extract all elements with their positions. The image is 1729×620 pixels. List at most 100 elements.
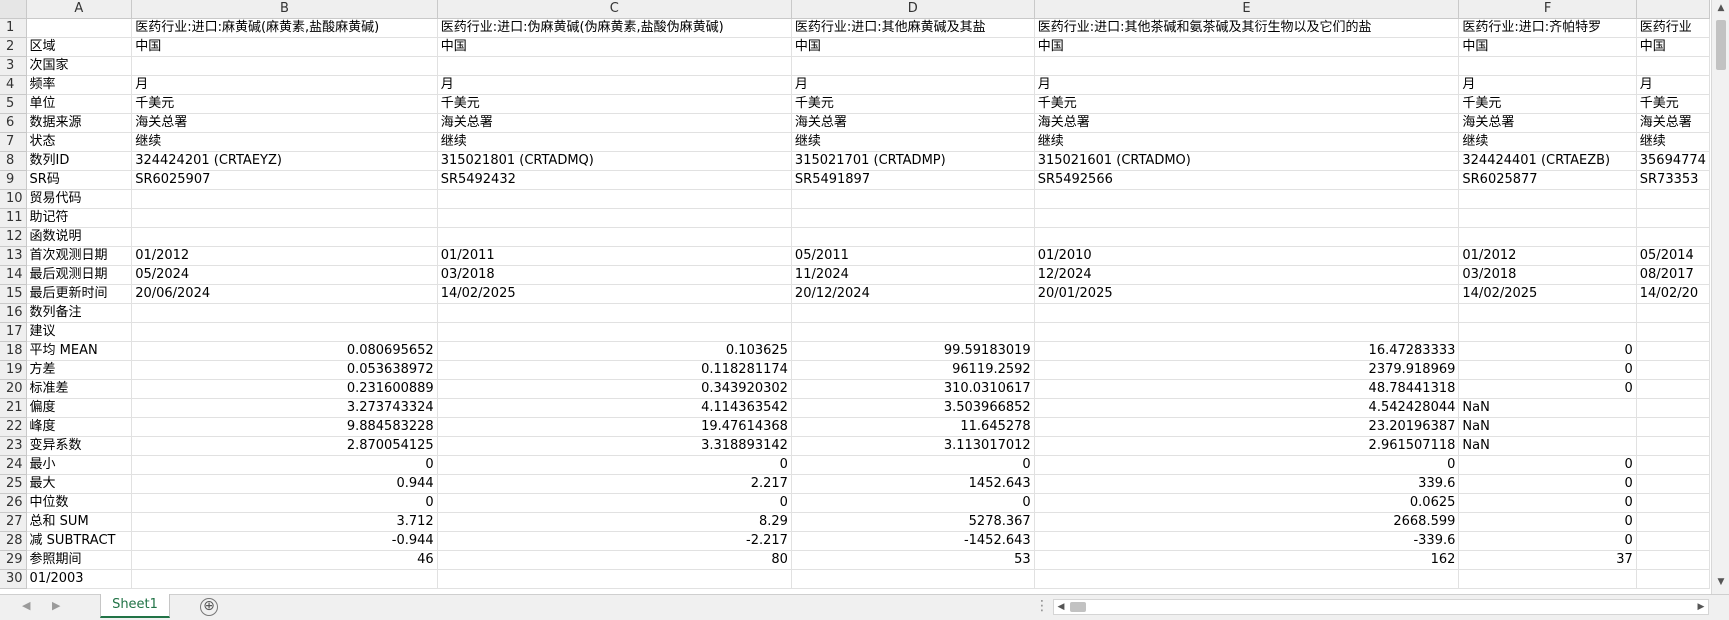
cell[interactable]: 数据来源 — [26, 113, 133, 133]
row-header[interactable]: 17 — [0, 322, 27, 342]
cell[interactable]: 3.318893142 — [437, 436, 792, 456]
cell[interactable] — [1458, 208, 1637, 228]
scroll-up-icon[interactable]: ▲ — [1712, 0, 1729, 16]
cell[interactable]: NaN — [1458, 398, 1637, 418]
cell[interactable]: 11/2024 — [791, 265, 1035, 285]
cell[interactable]: 324424401 (CRTAEZB) — [1458, 151, 1637, 171]
cell[interactable]: 14/02/2025 — [437, 284, 792, 304]
cell[interactable] — [791, 569, 1035, 589]
vertical-scroll-thumb[interactable] — [1716, 20, 1726, 70]
cell[interactable]: 月 — [1458, 75, 1637, 95]
row-header[interactable]: 13 — [0, 246, 27, 266]
column-header-b[interactable]: B — [131, 0, 438, 19]
cell[interactable] — [131, 569, 438, 589]
cell[interactable]: 3.712 — [131, 512, 438, 532]
cell[interactable]: 继续 — [1034, 132, 1460, 152]
cell[interactable]: 3.503966852 — [791, 398, 1035, 418]
cell[interactable] — [791, 56, 1035, 76]
cell[interactable] — [791, 303, 1035, 323]
cell[interactable]: 324424201 (CRTAEYZ) — [131, 151, 438, 171]
cell[interactable] — [1636, 531, 1710, 551]
row-header[interactable]: 2 — [0, 37, 27, 57]
cell[interactable] — [1034, 208, 1460, 228]
row-header[interactable]: 20 — [0, 379, 27, 399]
cell[interactable]: 最后观测日期 — [26, 265, 133, 285]
row-header[interactable]: 23 — [0, 436, 27, 456]
cell[interactable]: 3.113017012 — [791, 436, 1035, 456]
cell[interactable]: 数列备注 — [26, 303, 133, 323]
cell[interactable]: 16.47283333 — [1034, 341, 1460, 361]
row-header[interactable]: 11 — [0, 208, 27, 228]
cell[interactable]: 0 — [1458, 341, 1637, 361]
row-header[interactable]: 29 — [0, 550, 27, 570]
next-sheet-icon[interactable]: ▶ — [52, 599, 60, 612]
cell[interactable]: SR6025877 — [1458, 170, 1637, 190]
sheet-tab-sheet1[interactable]: Sheet1 — [100, 594, 170, 618]
cell[interactable]: 最大 — [26, 474, 133, 494]
cell[interactable] — [1034, 56, 1460, 76]
cell[interactable] — [437, 322, 792, 342]
cell[interactable]: 0.231600889 — [131, 379, 438, 399]
cell[interactable]: 4.542428044 — [1034, 398, 1460, 418]
cell[interactable]: 医药行业 — [1636, 18, 1710, 38]
cell[interactable] — [1636, 341, 1710, 361]
cell[interactable]: 01/2011 — [437, 246, 792, 266]
cell[interactable] — [1458, 303, 1637, 323]
row-header[interactable]: 27 — [0, 512, 27, 532]
cell[interactable]: 建议 — [26, 322, 133, 342]
row-header[interactable]: 4 — [0, 75, 27, 95]
cell[interactable]: 2.870054125 — [131, 436, 438, 456]
cell[interactable]: 0 — [1458, 379, 1637, 399]
add-sheet-icon[interactable]: ⊕ — [200, 598, 218, 616]
cell[interactable]: 2.961507118 — [1034, 436, 1460, 456]
cell[interactable]: 千美元 — [437, 94, 792, 114]
cell[interactable]: 339.6 — [1034, 474, 1460, 494]
cell[interactable]: 0 — [131, 493, 438, 513]
row-header[interactable]: 8 — [0, 151, 27, 171]
cell[interactable]: 23.20196387 — [1034, 417, 1460, 437]
row-header[interactable]: 3 — [0, 56, 27, 76]
scroll-left-icon[interactable]: ◀ — [1054, 600, 1068, 614]
scroll-down-icon[interactable]: ▼ — [1712, 574, 1729, 590]
cell[interactable] — [1636, 493, 1710, 513]
cell[interactable] — [1636, 208, 1710, 228]
cell[interactable] — [131, 303, 438, 323]
cell[interactable]: 海关总署 — [437, 113, 792, 133]
cell[interactable] — [26, 18, 133, 38]
cell[interactable] — [1636, 417, 1710, 437]
cell[interactable] — [791, 189, 1035, 209]
cell[interactable]: 35694774 — [1636, 151, 1710, 171]
row-header[interactable]: 21 — [0, 398, 27, 418]
cell[interactable] — [437, 189, 792, 209]
cell[interactable]: 14/02/2025 — [1458, 284, 1637, 304]
cell[interactable] — [1636, 56, 1710, 76]
cell[interactable]: 20/01/2025 — [1034, 284, 1460, 304]
cell[interactable]: 19.47614368 — [437, 417, 792, 437]
cell[interactable]: 37 — [1458, 550, 1637, 570]
cell[interactable]: 3.273743324 — [131, 398, 438, 418]
cell[interactable]: 标准差 — [26, 379, 133, 399]
cell[interactable]: 次国家 — [26, 56, 133, 76]
cell[interactable]: 01/2012 — [131, 246, 438, 266]
spreadsheet-grid[interactable]: ABCDEF 1 医药行业:进口:麻黄碱(麻黄素,盐酸麻黄碱) 医药行业:进口:伪麻… — [0, 0, 1710, 594]
cell-table[interactable]: ABCDEF 1 医药行业:进口:麻黄碱(麻黄素,盐酸麻黄碱) 医药行业:进口:伪麻… — [0, 0, 1710, 589]
cell[interactable]: 96119.2592 — [791, 360, 1035, 380]
cell[interactable]: SR73353 — [1636, 170, 1710, 190]
cell[interactable]: 千美元 — [1034, 94, 1460, 114]
cell[interactable]: 46 — [131, 550, 438, 570]
row-header[interactable]: 5 — [0, 94, 27, 114]
cell[interactable]: 参照期间 — [26, 550, 133, 570]
row-header[interactable]: 16 — [0, 303, 27, 323]
cell[interactable]: 千美元 — [131, 94, 438, 114]
cell[interactable] — [1636, 322, 1710, 342]
cell[interactable]: 函数说明 — [26, 227, 133, 247]
cell[interactable] — [437, 227, 792, 247]
cell[interactable] — [1636, 436, 1710, 456]
cell[interactable]: 315021701 (CRTADMP) — [791, 151, 1035, 171]
row-header[interactable]: 15 — [0, 284, 27, 304]
row-header[interactable]: 7 — [0, 132, 27, 152]
column-header-c[interactable]: C — [437, 0, 792, 19]
cell[interactable]: 最小 — [26, 455, 133, 475]
cell[interactable]: 9.884583228 — [131, 417, 438, 437]
cell[interactable]: 海关总署 — [1458, 113, 1637, 133]
